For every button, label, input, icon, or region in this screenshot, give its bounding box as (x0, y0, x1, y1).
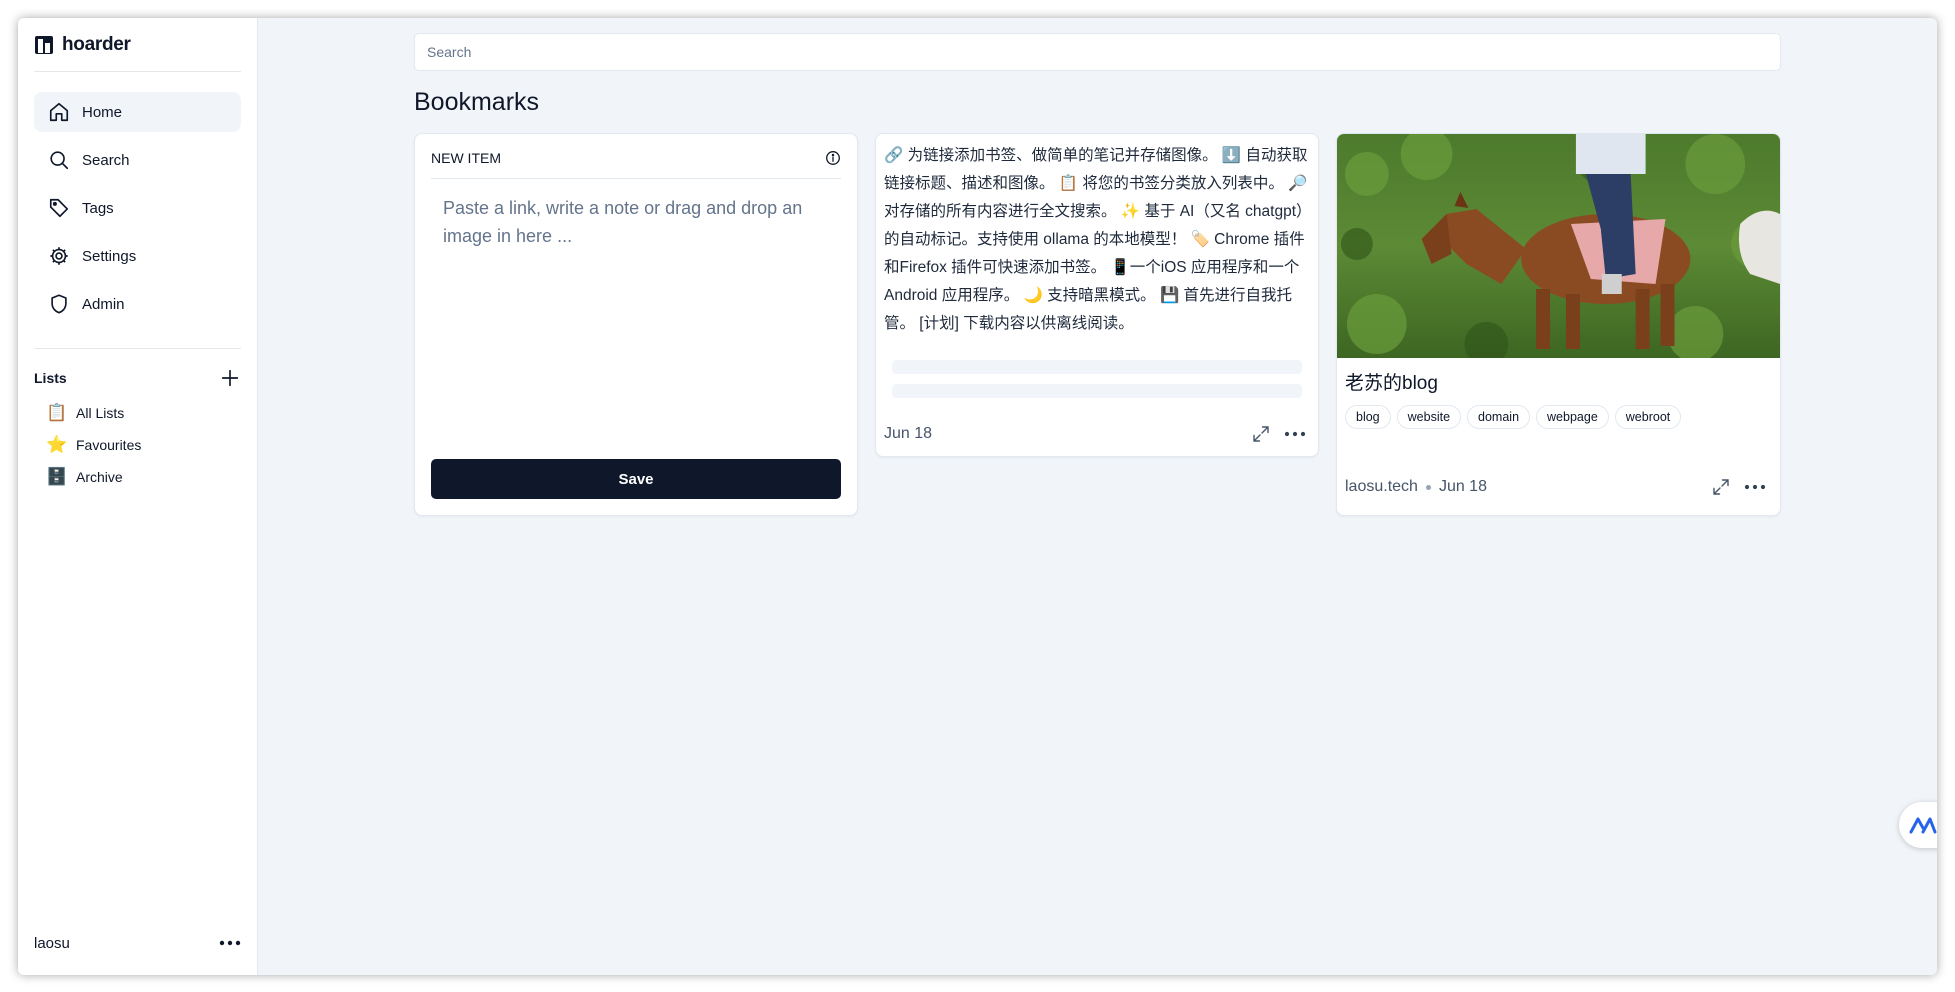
tag-icon (49, 198, 69, 218)
tag-chip[interactable]: webroot (1614, 405, 1682, 429)
more-options-icon[interactable] (1744, 484, 1766, 490)
list-item-label: All Lists (76, 405, 125, 421)
bookmark-domain[interactable]: laosu.tech (1345, 478, 1418, 496)
floating-assistant-button[interactable] (1899, 802, 1937, 848)
home-icon (49, 102, 69, 122)
new-item-textarea[interactable] (431, 179, 841, 449)
shield-icon (51, 294, 67, 314)
list-item-label: Favourites (76, 437, 142, 453)
tag-chip[interactable]: domain (1467, 405, 1531, 429)
sidebar-nav: Home Search Tags Settings Admin (34, 72, 241, 349)
gear-icon (50, 247, 68, 265)
hoarder-logo-icon (35, 35, 53, 54)
app-logo[interactable]: hoarder (34, 18, 241, 72)
sidebar-item-label: Search (82, 151, 130, 169)
archive-icon: 🗄️ (46, 467, 68, 486)
sidebar-item-home[interactable]: Home (34, 92, 241, 132)
bookmark-meta: laosu.tech Jun 18 (1345, 478, 1487, 496)
loading-skeleton (892, 384, 1302, 398)
new-item-header: NEW ITEM (431, 134, 841, 179)
tag-chip[interactable]: blog (1345, 405, 1391, 429)
sidebar-item-label: Home (82, 103, 123, 121)
note-text: 🔗 为链接添加书签、做简单的笔记并存储图像。 ⬇️ 自动获取链接标题、描述和图像… (884, 147, 1308, 332)
expand-icon[interactable] (1252, 425, 1270, 443)
bookmark-title[interactable]: 老苏的blog (1337, 358, 1780, 395)
loading-skeleton (892, 360, 1302, 374)
bookmark-date: Jun 18 (884, 425, 933, 442)
page-title: Bookmarks (414, 88, 540, 116)
save-button[interactable]: Save (431, 459, 841, 499)
user-row: laosu (34, 923, 241, 963)
app-name: hoarder (62, 33, 131, 55)
assistant-logo-icon (1909, 817, 1937, 834)
search-icon (50, 151, 69, 170)
card-actions (1712, 478, 1766, 496)
main-content: Bookmarks NEW ITEM Save 🔗 为链接添加书签、做简单的笔记… (258, 18, 1937, 975)
more-options-icon[interactable] (219, 940, 241, 946)
sidebar-item-search[interactable]: Search (34, 140, 241, 180)
app-window: hoarder Home Search Tags Settings Admin (18, 18, 1937, 975)
user-name: laosu (34, 934, 70, 952)
tag-list: blog website domain webpage webroot (1337, 395, 1780, 429)
sidebar-item-label: Settings (82, 247, 137, 265)
tag-chip[interactable]: website (1396, 405, 1462, 429)
list-item-label: Archive (76, 469, 123, 485)
new-item-title: NEW ITEM (431, 150, 501, 166)
new-item-card: NEW ITEM Save (414, 133, 858, 516)
sidebar-item-settings[interactable]: Settings (34, 236, 241, 276)
list-item-archive[interactable]: 🗄️ Archive (34, 461, 241, 493)
star-icon: ⭐ (46, 435, 68, 454)
card-footer: Jun 18 (884, 422, 1306, 446)
expand-icon[interactable] (1712, 478, 1730, 496)
bookmark-thumbnail[interactable] (1337, 134, 1780, 358)
more-options-icon[interactable] (1284, 431, 1306, 437)
search-input[interactable] (414, 33, 1781, 71)
sidebar-item-label: Admin (82, 295, 125, 313)
link-bookmark-card[interactable]: 老苏的blog blog website domain webpage webr… (1336, 133, 1781, 516)
sidebar-item-admin[interactable]: Admin (34, 284, 241, 324)
clipboard-icon: 📋 (46, 403, 68, 422)
bookmark-date: Jun 18 (1438, 478, 1487, 495)
add-list-icon[interactable] (219, 367, 241, 389)
info-icon[interactable] (825, 150, 841, 166)
text-bookmark-card[interactable]: 🔗 为链接添加书签、做简单的笔记并存储图像。 ⬇️ 自动获取链接标题、描述和图像… (875, 133, 1319, 457)
list-item-favourites[interactable]: ⭐ Favourites (34, 429, 241, 461)
sidebar-item-label: Tags (82, 199, 114, 217)
sidebar: hoarder Home Search Tags Settings Admin (18, 18, 258, 975)
card-actions (1252, 425, 1306, 443)
lists-header: Lists (34, 349, 241, 397)
separator-dot (1425, 484, 1431, 490)
card-footer: laosu.tech Jun 18 (1345, 475, 1766, 499)
tag-chip[interactable]: webpage (1536, 405, 1609, 429)
list-item-all-lists[interactable]: 📋 All Lists (34, 397, 241, 429)
sidebar-item-tags[interactable]: Tags (34, 188, 241, 228)
lists-title: Lists (34, 370, 67, 386)
